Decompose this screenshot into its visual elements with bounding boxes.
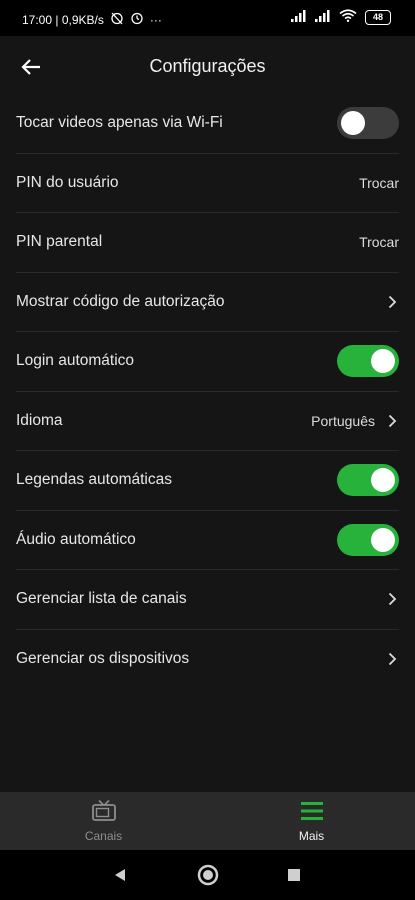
app-screen: 17:00 | 0,9KB/s ··· 48 Configurações Toc… — [0, 0, 415, 900]
chevron-right-icon — [385, 651, 399, 667]
triangle-back-icon — [115, 869, 125, 881]
change-user-pin-button[interactable]: Trocar — [359, 175, 399, 191]
auto-subtitles-toggle[interactable] — [337, 464, 399, 497]
toggle-knob — [371, 349, 395, 374]
status-left: 17:00 | 0,9KB/s ··· — [22, 11, 162, 28]
chevron-right-icon — [385, 591, 399, 607]
auto-audio-toggle[interactable] — [337, 523, 399, 556]
setting-label: Áudio automático — [16, 530, 136, 548]
setting-label: Mostrar código de autorização — [16, 292, 225, 310]
setting-show-auth-code[interactable]: Mostrar código de autorização — [16, 273, 399, 332]
bottom-navigation: Canais Mais — [0, 792, 415, 850]
app-header: Configurações — [0, 36, 415, 96]
tv-icon — [91, 799, 117, 825]
language-value: Português — [311, 412, 375, 429]
battery-icon: 48 — [365, 9, 391, 25]
circle-home-icon — [197, 864, 219, 886]
nav-label-channels: Canais — [84, 828, 123, 843]
signal-icon-2 — [315, 9, 331, 25]
page-title: Configurações — [149, 56, 266, 76]
system-back-button[interactable] — [108, 863, 132, 887]
wifi-only-toggle[interactable] — [337, 107, 399, 140]
nav-item-channels[interactable]: Canais — [0, 792, 207, 850]
change-parental-pin-button[interactable]: Trocar — [359, 234, 399, 250]
language-value-group: Português — [311, 413, 399, 429]
status-bar: 17:00 | 0,9KB/s ··· 48 — [0, 0, 415, 36]
square-recents-icon — [288, 869, 300, 881]
system-navigation-bar — [0, 850, 415, 900]
setting-label: PIN parental — [16, 233, 103, 251]
setting-language[interactable]: Idioma Português — [16, 392, 399, 451]
setting-label: PIN do usuário — [16, 173, 119, 191]
wifi-icon — [339, 9, 357, 25]
auto-login-toggle[interactable] — [337, 345, 399, 378]
setting-user-pin[interactable]: PIN do usuário Trocar — [16, 154, 399, 213]
setting-auto-subtitles[interactable]: Legendas automáticas — [16, 451, 399, 511]
setting-auto-login[interactable]: Login automático — [16, 332, 399, 392]
nav-label-more: Mais — [298, 828, 325, 843]
toggle-knob — [371, 527, 395, 552]
status-time-speed: 17:00 | 0,9KB/s — [22, 12, 104, 27]
alarm-icon — [130, 11, 144, 28]
chevron-right-icon — [385, 413, 399, 429]
setting-wifi-only-video[interactable]: Tocar videos apenas via Wi-Fi — [16, 94, 399, 154]
setting-label: Gerenciar lista de canais — [16, 590, 187, 608]
system-recents-button[interactable] — [282, 863, 306, 887]
setting-manage-channels[interactable]: Gerenciar lista de canais — [16, 570, 399, 630]
setting-label: Legendas automáticas — [16, 471, 172, 489]
setting-label: Gerenciar os dispositivos — [16, 649, 190, 667]
setting-label: Login automático — [16, 352, 135, 370]
menu-icon — [300, 800, 324, 825]
overflow-dots: ··· — [149, 12, 162, 27]
setting-label: Tocar videos apenas via Wi-Fi — [16, 114, 223, 132]
setting-label: Idioma — [16, 411, 63, 429]
status-right: 48 — [291, 9, 391, 25]
settings-list: Tocar videos apenas via Wi-Fi PIN do usu… — [0, 94, 415, 688]
setting-auto-audio[interactable]: Áudio automático — [16, 511, 399, 570]
toggle-knob — [371, 468, 395, 493]
system-home-button[interactable] — [196, 863, 220, 887]
signal-icon — [291, 9, 307, 25]
nav-item-more[interactable]: Mais — [208, 792, 415, 850]
alarm-off-icon — [110, 11, 124, 28]
chevron-right-icon — [385, 294, 399, 310]
setting-manage-devices[interactable]: Gerenciar os dispositivos — [16, 630, 399, 689]
toggle-knob — [341, 111, 365, 136]
setting-parental-pin[interactable]: PIN parental Trocar — [16, 213, 399, 273]
